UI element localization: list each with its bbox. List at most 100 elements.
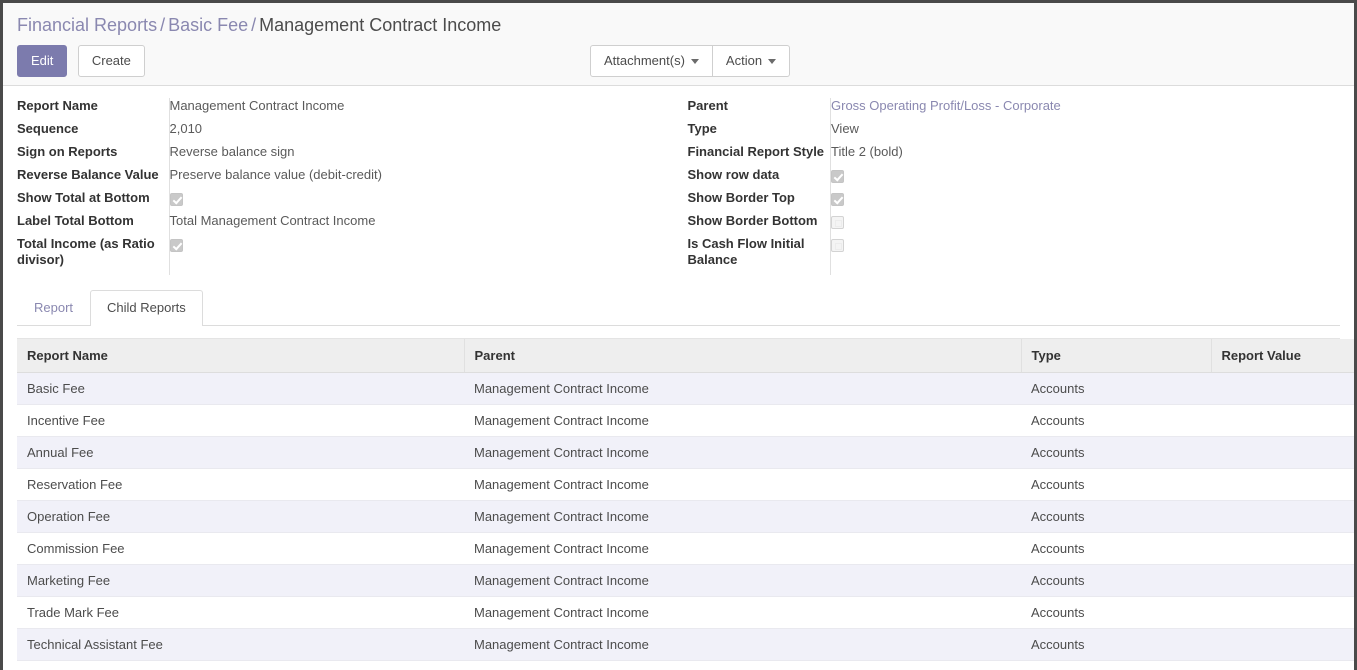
action-label: Action bbox=[725, 53, 763, 68]
table-row[interactable]: Operation Fee Management Contract Income A… bbox=[17, 500, 1354, 533]
table-row[interactable]: Marketing Fee Management Contract Income A… bbox=[17, 564, 1354, 597]
cell-report-name: Incentive Fee bbox=[17, 404, 464, 437]
form-field-show-total-at-bottom: Show Total at Bottom bbox=[17, 190, 679, 213]
cell-parent: Management Contract Income bbox=[464, 628, 1021, 661]
field-value-sequence: 2,010 bbox=[168, 121, 679, 144]
cell-report-name: Annual Fee bbox=[17, 436, 464, 469]
cell-report-name: Marketing Fee bbox=[17, 564, 464, 597]
table-body: Basic Fee Management Contract Income Accou… bbox=[17, 372, 1354, 661]
application-window: Financial Reports / Basic Fee / Management C… bbox=[0, 0, 1357, 670]
checkbox-show-border-bottom[interactable] bbox=[831, 215, 844, 229]
cell-report-value bbox=[1211, 436, 1354, 469]
field-label-show-border-top: Show Border Top bbox=[687, 190, 795, 205]
attachments-label: Attachment(s) bbox=[604, 53, 685, 68]
table-row[interactable]: Basic Fee Management Contract Income Accou… bbox=[17, 372, 1354, 405]
form-field-report-name: Report Name Management Contract Income bbox=[17, 98, 679, 121]
column-header-parent[interactable]: Parent bbox=[464, 339, 1022, 373]
cell-report-value bbox=[1211, 532, 1354, 565]
cell-report-value bbox=[1211, 500, 1354, 533]
cell-parent: Management Contract Income bbox=[464, 372, 1021, 405]
checkbox-show-total-at-bottom[interactable] bbox=[169, 192, 183, 206]
field-value-report-name: Management Contract Income bbox=[168, 98, 679, 121]
create-button[interactable]: Create bbox=[77, 45, 145, 77]
cell-type: Accounts bbox=[1021, 532, 1211, 565]
checkbox-total-income-as-ratio-divisor[interactable] bbox=[169, 238, 183, 252]
field-value-type: View bbox=[830, 121, 1340, 144]
field-value-is-cash-flow-initial-balance[interactable] bbox=[830, 236, 1340, 275]
field-value-show-total-at-bottom[interactable] bbox=[168, 190, 679, 213]
cell-report-name: Technical Assistant Fee bbox=[17, 628, 464, 661]
child-reports-list: Report Name Parent Type Report Value Bas… bbox=[17, 338, 1354, 661]
action-dropdown-button[interactable]: Action bbox=[712, 45, 791, 77]
tab-child-reports[interactable]: Child Reports bbox=[90, 290, 203, 326]
toolbar-dropdown-group: Attachment(s) Action bbox=[590, 45, 791, 77]
table-row[interactable]: Annual Fee Management Contract Income Acco… bbox=[17, 436, 1354, 469]
form-field-total-income-as-ratio-divisor: Total Income (as Ratio divisor) bbox=[17, 236, 679, 275]
field-link-parent[interactable]: Gross Operating Profit/Loss - Corporate bbox=[831, 98, 1061, 113]
table-row[interactable]: Commission Fee Management Contract Income… bbox=[17, 532, 1354, 565]
breadcrumb: Financial Reports / Basic Fee / Management C… bbox=[17, 13, 1340, 37]
table-header-row: Report Name Parent Type Report Value bbox=[17, 339, 1354, 373]
breadcrumb-item-financial-reports[interactable]: Financial Reports bbox=[17, 15, 157, 35]
table-row[interactable]: Incentive Fee Management Contract Income A… bbox=[17, 404, 1354, 437]
cell-report-value bbox=[1211, 372, 1354, 405]
column-header-report-value[interactable]: Report Value bbox=[1211, 339, 1354, 373]
field-label-sequence: Sequence bbox=[17, 121, 79, 136]
field-value-show-border-top[interactable] bbox=[830, 190, 1340, 213]
form-field-type: Type View bbox=[679, 121, 1340, 144]
cell-report-value bbox=[1211, 564, 1354, 597]
cell-type: Accounts bbox=[1021, 596, 1211, 629]
cell-report-name: Reservation Fee bbox=[17, 468, 464, 501]
breadcrumb-item-basic-fee[interactable]: Basic Fee bbox=[168, 15, 248, 35]
form-field-sign-on-reports: Sign on Reports Reverse balance sign bbox=[17, 144, 679, 167]
record-form-sheet: Report Name Management Contract Income Seq… bbox=[3, 86, 1354, 275]
control-panel: Financial Reports / Basic Fee / Management C… bbox=[3, 3, 1354, 86]
form-field-sequence: Sequence 2,010 bbox=[17, 121, 679, 144]
table-header: Report Name Parent Type Report Value bbox=[17, 339, 1354, 373]
field-value-show-border-bottom[interactable] bbox=[830, 213, 1340, 236]
field-value-financial-report-style: Title 2 (bold) bbox=[830, 144, 1340, 167]
cell-type: Accounts bbox=[1021, 500, 1211, 533]
notebook: Report Child Reports bbox=[3, 289, 1354, 326]
cell-report-name: Trade Mark Fee bbox=[17, 596, 464, 629]
cell-parent: Management Contract Income bbox=[464, 596, 1021, 629]
field-value-parent[interactable]: Gross Operating Profit/Loss - Corporate bbox=[830, 98, 1340, 121]
form-field-show-border-top: Show Border Top bbox=[679, 190, 1340, 213]
field-label-report-name: Report Name bbox=[17, 98, 98, 113]
cell-report-value bbox=[1211, 628, 1354, 661]
field-value-reverse-balance-value: Preserve balance value (debit-credit) bbox=[168, 167, 679, 190]
edit-button[interactable]: Edit bbox=[17, 45, 68, 77]
field-label-label-total-bottom: Label Total Bottom bbox=[17, 213, 134, 228]
checkbox-show-row-data[interactable] bbox=[831, 169, 844, 183]
field-value-show-row-data[interactable] bbox=[830, 167, 1340, 190]
form-field-reverse-balance-value: Reverse Balance Value Preserve balance va… bbox=[17, 167, 679, 190]
column-header-report-name[interactable]: Report Name bbox=[17, 339, 465, 373]
checkbox-show-border-top[interactable] bbox=[831, 192, 844, 206]
chevron-down-icon bbox=[690, 59, 699, 65]
notebook-tabs: Report Child Reports bbox=[17, 289, 1340, 326]
form-field-financial-report-style: Financial Report Style Title 2 (bold) bbox=[679, 144, 1340, 167]
field-value-total-income-as-ratio-divisor[interactable] bbox=[168, 236, 679, 275]
field-label-show-total-at-bottom: Show Total at Bottom bbox=[17, 190, 150, 205]
toolbar: Edit Create Attachment(s) Action bbox=[17, 45, 1340, 77]
cell-type: Accounts bbox=[1021, 468, 1211, 501]
column-header-type[interactable]: Type bbox=[1021, 339, 1212, 373]
table-row[interactable]: Reservation Fee Management Contract Incom… bbox=[17, 468, 1354, 501]
child-reports-table: Report Name Parent Type Report Value Bas… bbox=[17, 339, 1354, 661]
cell-type: Accounts bbox=[1021, 628, 1211, 661]
field-label-total-income-as-ratio-divisor: Total Income (as Ratio divisor) bbox=[17, 236, 155, 267]
tab-report[interactable]: Report bbox=[17, 290, 90, 326]
field-label-is-cash-flow-initial-balance: Is Cash Flow Initial Balance bbox=[687, 236, 805, 267]
cell-report-name: Operation Fee bbox=[17, 500, 464, 533]
cell-parent: Management Contract Income bbox=[464, 564, 1021, 597]
cell-parent: Management Contract Income bbox=[464, 532, 1021, 565]
table-row[interactable]: Trade Mark Fee Management Contract Income… bbox=[17, 596, 1354, 629]
field-label-show-border-bottom: Show Border Bottom bbox=[687, 213, 818, 228]
cell-parent: Management Contract Income bbox=[464, 468, 1021, 501]
cell-type: Accounts bbox=[1021, 372, 1211, 405]
form-field-label-total-bottom: Label Total Bottom Total Management Contr… bbox=[17, 213, 679, 236]
table-row[interactable]: Technical Assistant Fee Management Contra… bbox=[17, 628, 1354, 661]
attachments-dropdown-button[interactable]: Attachment(s) bbox=[590, 45, 713, 77]
checkbox-is-cash-flow-initial-balance[interactable] bbox=[831, 238, 844, 252]
breadcrumb-separator-1: / bbox=[160, 15, 166, 35]
